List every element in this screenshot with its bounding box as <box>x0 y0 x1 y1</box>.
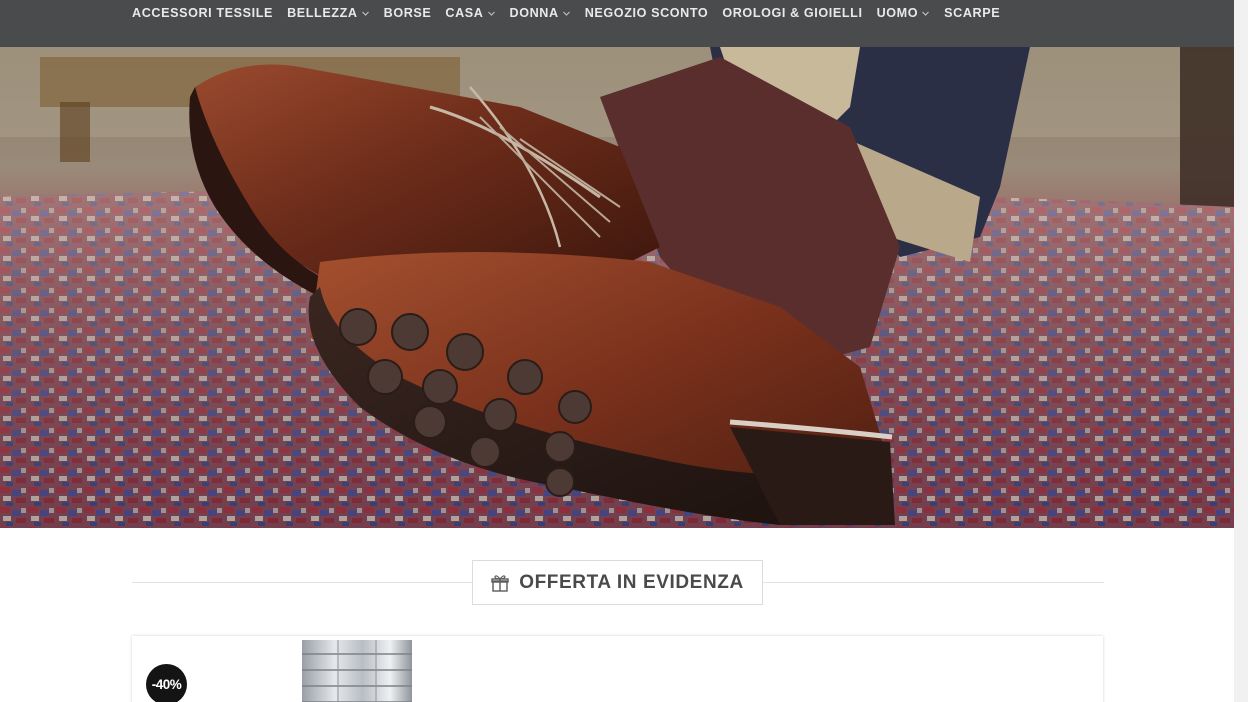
discount-badge: -40% <box>146 664 187 702</box>
featured-title-box: OFFERTA IN EVIDENZA <box>472 560 763 605</box>
nav-item-accessori-tessile[interactable]: ACCESSORI TESSILE <box>132 6 273 20</box>
hero-banner[interactable] <box>0 47 1234 528</box>
featured-title: OFFERTA IN EVIDENZA <box>519 571 744 593</box>
nav-item-label: BELLEZZA <box>287 6 358 20</box>
divider <box>763 582 1104 583</box>
chevron-down-icon <box>562 9 571 18</box>
nav-item-label: SCARPE <box>944 6 1001 20</box>
chevron-down-icon <box>487 9 496 18</box>
nav-menu: ACCESSORI TESSILE BELLEZZA BORSE CASA DO… <box>132 6 1014 20</box>
nav-item-label: ACCESSORI TESSILE <box>132 6 274 20</box>
product-card[interactable]: -40% <box>132 636 1103 702</box>
nav-item-orologi-gioielli[interactable]: OROLOGI & GIOIELLI <box>722 6 862 20</box>
nav-item-negozio-sconto[interactable]: NEGOZIO SCONTO <box>585 6 709 20</box>
gift-icon <box>491 574 509 592</box>
nav-item-uomo[interactable]: UOMO <box>877 6 931 20</box>
chevron-down-icon <box>361 9 370 18</box>
nav-item-label: NEGOZIO SCONTO <box>584 6 709 20</box>
product-image[interactable] <box>302 640 412 702</box>
nav-item-donna[interactable]: DONNA <box>510 6 571 20</box>
nav-item-label: DONNA <box>509 6 559 20</box>
nav-item-borse[interactable]: BORSE <box>384 6 432 20</box>
scrollbar-track[interactable] <box>1234 0 1248 702</box>
nav-item-scarpe[interactable]: SCARPE <box>944 6 1000 20</box>
nav-item-label: OROLOGI & GIOIELLI <box>722 6 863 20</box>
nav-item-bellezza[interactable]: BELLEZZA <box>287 6 370 20</box>
chevron-down-icon <box>921 9 930 18</box>
nav-item-casa[interactable]: CASA <box>445 6 495 20</box>
nav-item-label: UOMO <box>876 6 919 20</box>
nav-item-label: BORSE <box>383 6 432 20</box>
divider <box>132 582 472 583</box>
main-navigation: ACCESSORI TESSILE BELLEZZA BORSE CASA DO… <box>0 0 1234 47</box>
hero-image <box>0 47 1234 528</box>
nav-item-label: CASA <box>445 6 484 20</box>
featured-section-heading: OFFERTA IN EVIDENZA <box>132 560 1104 606</box>
